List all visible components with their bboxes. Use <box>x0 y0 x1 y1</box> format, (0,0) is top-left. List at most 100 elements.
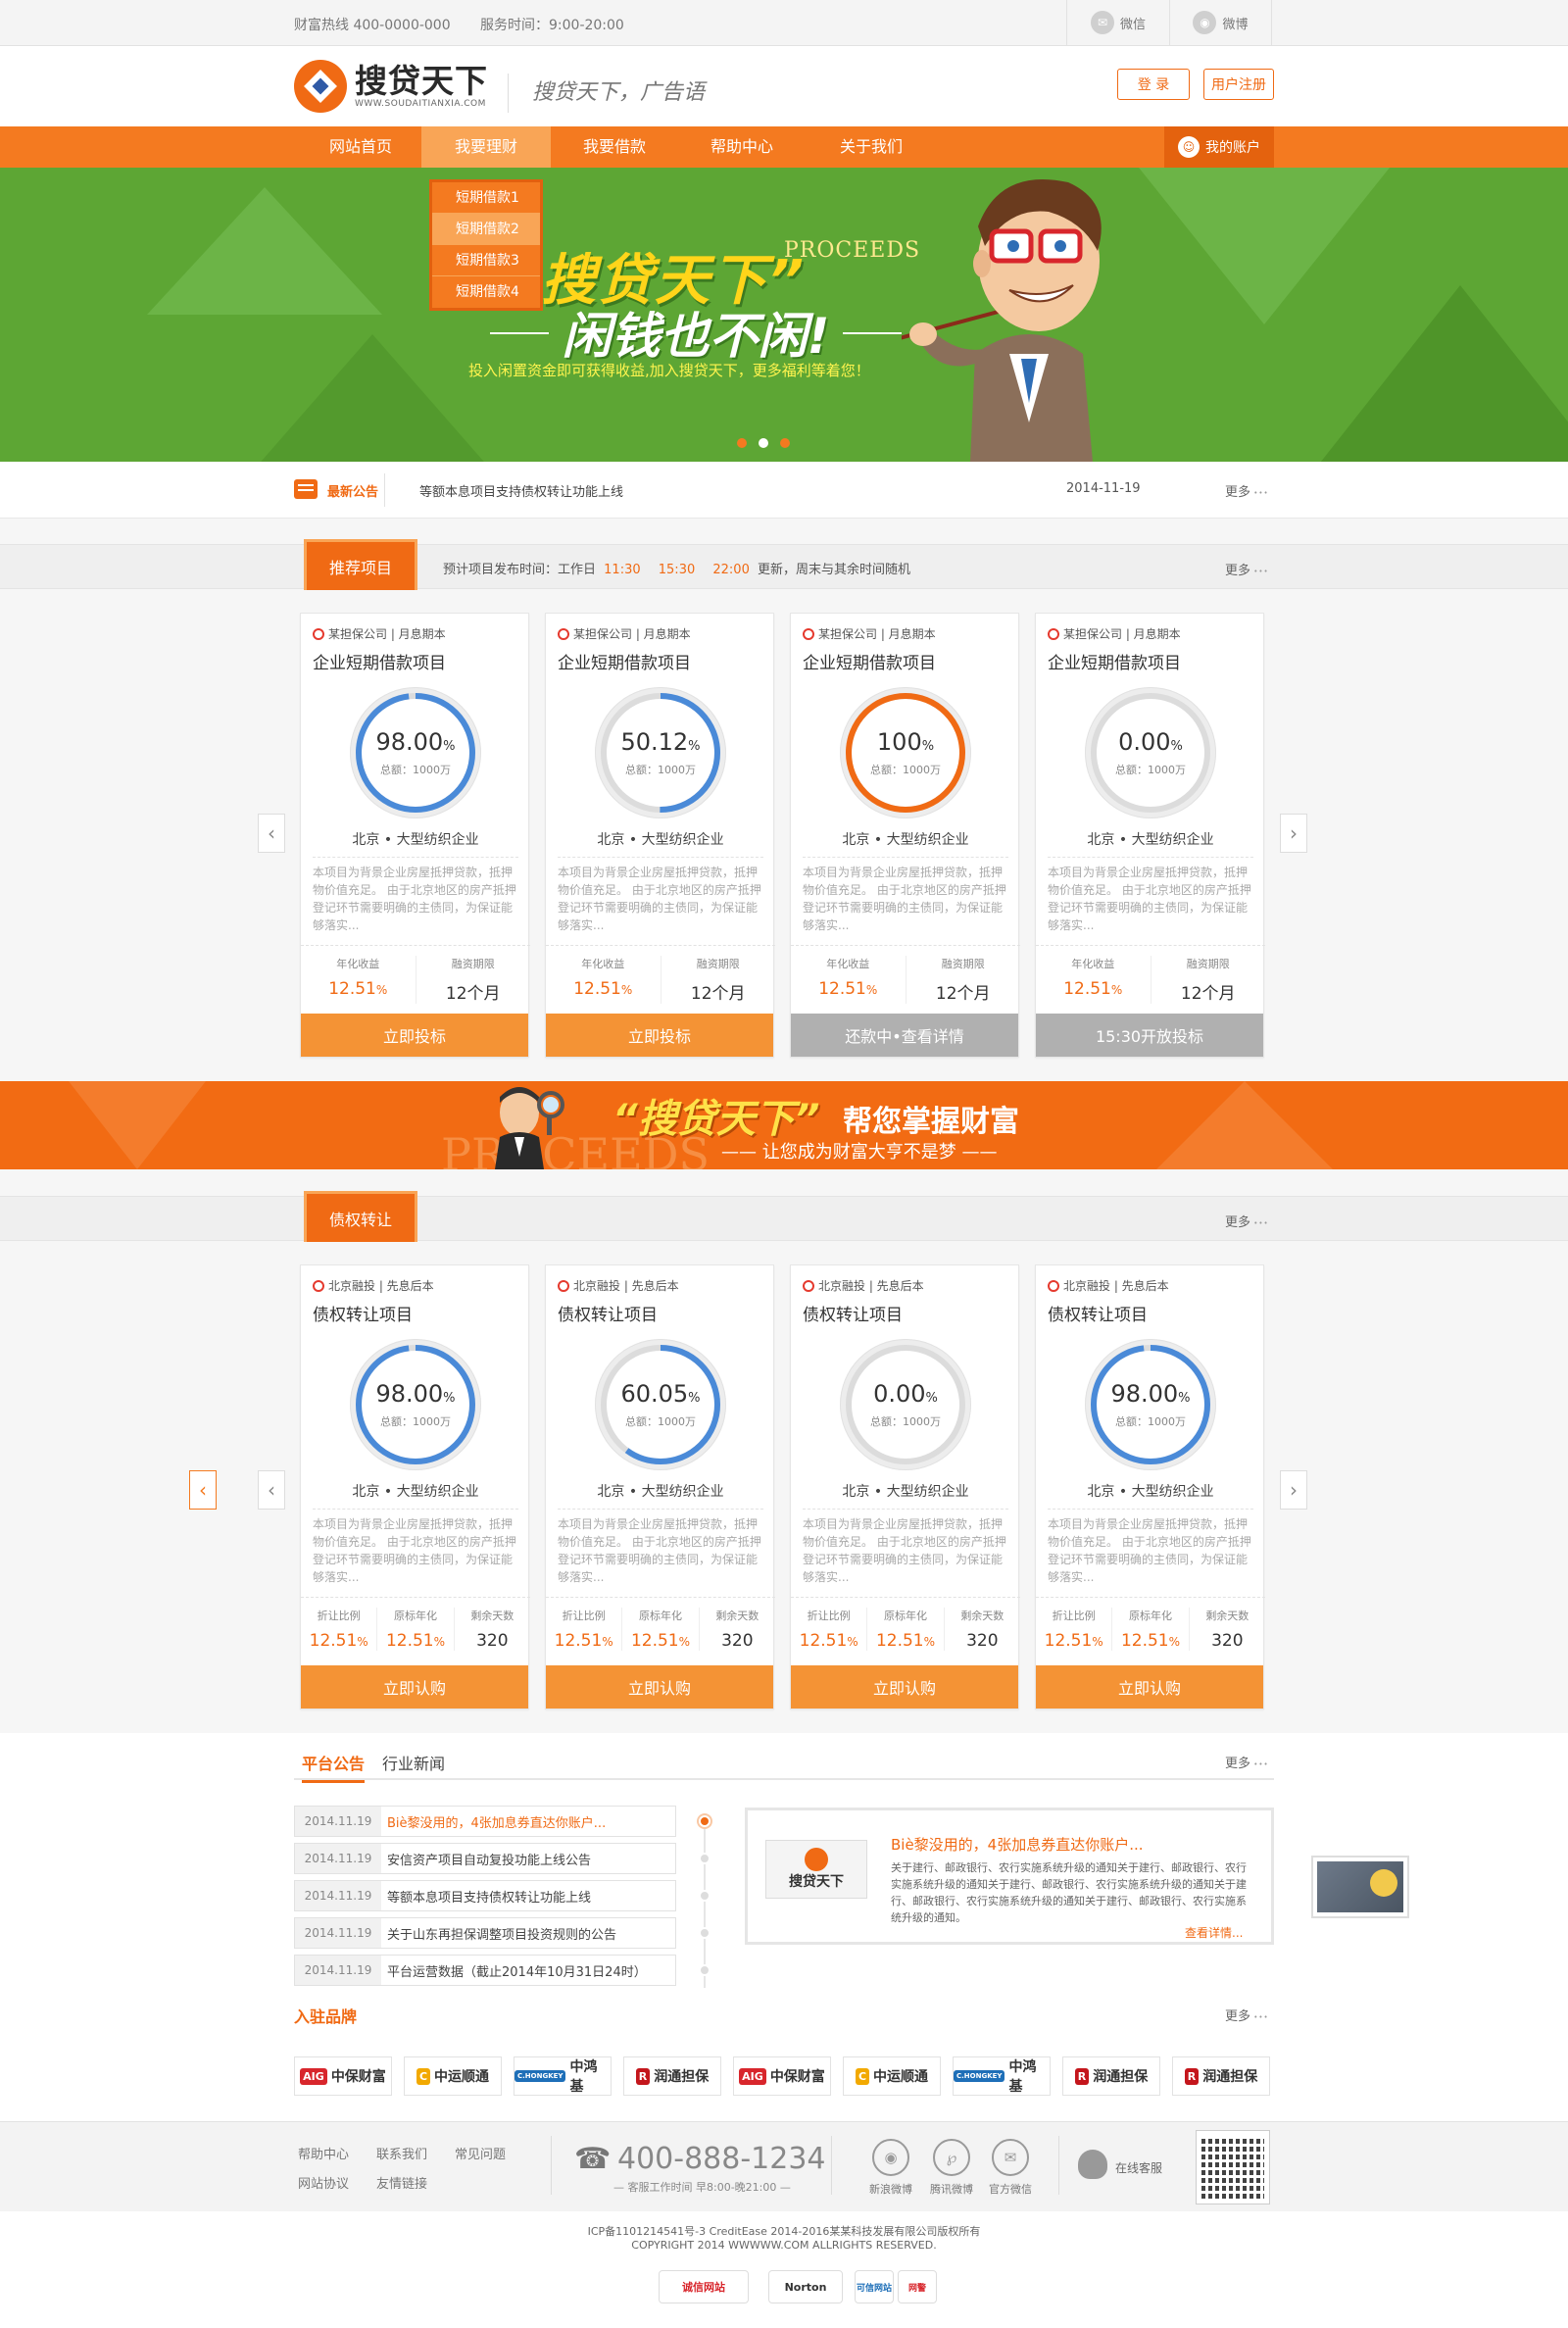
project-total: 总额：1000万 <box>380 1415 451 1428</box>
weibo-label: 微博 <box>1222 17 1249 32</box>
project-title[interactable]: 企业短期借款项目 <box>313 649 446 673</box>
trust-badge[interactable]: 诚信网站 <box>659 2270 749 2303</box>
footer-link-faq[interactable]: 常见问题 <box>455 2144 506 2162</box>
transfer-more-link[interactable]: 更多 <box>1225 1212 1269 1230</box>
dropdown-item-short-loan-3[interactable]: 短期借款3 <box>432 245 540 276</box>
brand-logo[interactable]: C 中运顺通 <box>843 2056 941 2096</box>
carousel-dot[interactable] <box>780 438 790 448</box>
invest-button[interactable]: 立即投标 <box>301 1014 528 1057</box>
logo-name: 搜贷天下 <box>355 62 488 100</box>
project-source: 北京融投 | 先息后本 <box>803 1277 924 1294</box>
nav-home[interactable]: 网站首页 <box>312 126 410 168</box>
schedule-time: 11:30 <box>604 563 641 577</box>
weibo-link[interactable]: ◉ 微博 <box>1169 0 1272 45</box>
dropdown-item-short-loan-2[interactable]: 短期借款2 <box>432 214 540 245</box>
stat-label: 原标年化 <box>1128 1610 1172 1622</box>
brand-logo[interactable]: C 中运顺通 <box>404 2056 502 2096</box>
footer-link-contact[interactable]: 联系我们 <box>376 2144 427 2162</box>
online-service-link[interactable]: 在线客服 <box>1115 2159 1162 2176</box>
brand-logo[interactable]: C.HONGKEY 中鸿基 <box>514 2056 612 2096</box>
invest-button[interactable]: 还款中•查看详情 <box>791 1014 1018 1057</box>
norton-badge[interactable]: Norton <box>768 2270 843 2303</box>
promo-title2: 帮您掌握财富 <box>843 1105 1019 1139</box>
subscribe-button[interactable]: 立即认购 <box>301 1665 528 1709</box>
site-logo[interactable]: 搜贷天下 WWW.SOUDAITIANXIA.COM <box>294 60 488 113</box>
timeline-dot <box>699 1853 710 1864</box>
sina-weibo-icon[interactable]: ◉ <box>872 2139 909 2176</box>
project-title[interactable]: 债权转让项目 <box>803 1301 903 1325</box>
my-account-button[interactable]: ☺ 我的账户 <box>1164 126 1274 168</box>
project-title[interactable]: 债权转让项目 <box>313 1301 413 1325</box>
project-title[interactable]: 企业短期借款项目 <box>558 649 691 673</box>
brand-logo[interactable]: AIG 中保财富 <box>733 2056 831 2096</box>
news-more-link[interactable]: 更多 <box>1225 1753 1269 1771</box>
tencent-weibo-icon[interactable]: ℘ <box>933 2139 970 2176</box>
recommend-prev-arrow[interactable]: ‹ <box>258 814 285 853</box>
subscribe-button[interactable]: 立即认购 <box>1036 1665 1263 1709</box>
side-float-widget[interactable] <box>1311 1856 1409 1918</box>
subscribe-button[interactable]: 立即认购 <box>791 1665 1018 1709</box>
detail-title[interactable]: Biè黎没用的，4张加息券直达你账户... <box>891 1834 1144 1855</box>
wechat-footer-icon[interactable]: ✉ <box>992 2139 1029 2176</box>
nav-about[interactable]: 关于我们 <box>819 126 923 168</box>
invest-button[interactable]: 15:30开放投标 <box>1036 1014 1263 1057</box>
nav-borrow[interactable]: 我要借款 <box>563 126 666 168</box>
brand-logo[interactable]: R 润通担保 <box>1062 2056 1160 2096</box>
brands-title: 入驻品牌 <box>294 2007 358 2026</box>
dropdown-item-short-loan-1[interactable]: 短期借款1 <box>432 182 540 214</box>
news-row[interactable]: 2014.11.19 安信资产项目自动复投功能上线公告 <box>294 1843 676 1874</box>
notice-more-link[interactable]: 更多 <box>1225 481 1269 500</box>
project-title[interactable]: 企业短期借款项目 <box>803 649 936 673</box>
hotline-text: 财富热线 400-0000-000 <box>294 18 451 33</box>
tab-recommend[interactable]: 推荐项目 <box>304 539 417 590</box>
register-button[interactable]: 用户注册 <box>1203 69 1274 100</box>
brand-logo[interactable]: R 润通担保 <box>623 2056 721 2096</box>
qr-code <box>1196 2130 1270 2204</box>
footer-link-agreement[interactable]: 网站协议 <box>298 2173 349 2192</box>
tab-transfer[interactable]: 债权转让 <box>304 1191 417 1242</box>
guarantor-icon <box>803 1279 814 1292</box>
brand-name: 中运顺通 <box>434 2069 490 2085</box>
transfer-next-arrow[interactable]: › <box>1280 1470 1307 1510</box>
recommend-next-arrow[interactable]: › <box>1280 814 1307 853</box>
footer-link-help[interactable]: 帮助中心 <box>298 2144 349 2162</box>
police-badge[interactable]: 网警 <box>898 2270 937 2303</box>
news-row[interactable]: 2014.11.19 Biè黎没用的，4张加息券直达你账户... <box>294 1806 676 1837</box>
news-row[interactable]: 2014.11.19 关于山东再担保调整项目投资规则的公告 <box>294 1917 676 1949</box>
carousel-dot[interactable] <box>737 438 747 448</box>
brand-logo[interactable]: R 润通担保 <box>1172 2056 1270 2096</box>
project-total: 总额：1000万 <box>380 764 451 776</box>
invest-button[interactable]: 立即投标 <box>546 1014 773 1057</box>
stat-label: 剩余天数 <box>960 1610 1004 1622</box>
wechat-link[interactable]: ✉ 微信 <box>1066 0 1169 45</box>
project-total: 总额：1000万 <box>870 1415 941 1428</box>
nav-invest[interactable]: 我要理财 <box>421 126 551 168</box>
footer-link-friends[interactable]: 友情链接 <box>376 2173 427 2192</box>
credible-site-badge[interactable]: 可信网站 <box>855 2270 894 2303</box>
carousel-dot-active[interactable] <box>759 438 768 448</box>
login-button[interactable]: 登 录 <box>1117 69 1190 100</box>
recommend-more-link[interactable]: 更多 <box>1225 560 1269 578</box>
subscribe-button[interactable]: 立即认购 <box>546 1665 773 1709</box>
project-title[interactable]: 企业短期借款项目 <box>1048 649 1181 673</box>
brand-logo[interactable]: C.HONGKEY 中鸿基 <box>953 2056 1051 2096</box>
guarantor-icon <box>558 1279 569 1292</box>
dropdown-item-short-loan-4[interactable]: 短期借款4 <box>432 276 540 308</box>
term-value: 12个月 <box>935 984 991 1004</box>
project-title[interactable]: 债权转让项目 <box>558 1301 658 1325</box>
transfer-prev-arrow[interactable]: ‹ <box>258 1470 285 1510</box>
project-title[interactable]: 债权转让项目 <box>1048 1301 1148 1325</box>
wechat-footer-label: 官方微信 <box>989 2183 1032 2196</box>
brand-logo[interactable]: AIG 中保财富 <box>294 2056 392 2096</box>
news-title: 安信资产项目自动复投功能上线公告 <box>387 1853 592 1868</box>
tab-platform-notice[interactable]: 平台公告 <box>302 1751 366 1783</box>
news-row[interactable]: 2014.11.19 等额本息项目支持债权转让功能上线 <box>294 1880 676 1911</box>
nav-help[interactable]: 帮助中心 <box>690 126 794 168</box>
transfer-outer-prev-arrow[interactable]: ‹ <box>189 1470 217 1510</box>
notice-text[interactable]: 等额本息项目支持债权转让功能上线 <box>419 481 623 500</box>
weibo-icon: ◉ <box>1193 11 1217 34</box>
news-row[interactable]: 2014.11.19 平台运营数据（截止2014年10月31日24时） <box>294 1955 676 1986</box>
brands-more-link[interactable]: 更多 <box>1225 2006 1269 2024</box>
tab-industry-news[interactable]: 行业新闻 <box>382 1751 445 1774</box>
detail-more-link[interactable]: 查看详情... <box>1185 1924 1243 1941</box>
